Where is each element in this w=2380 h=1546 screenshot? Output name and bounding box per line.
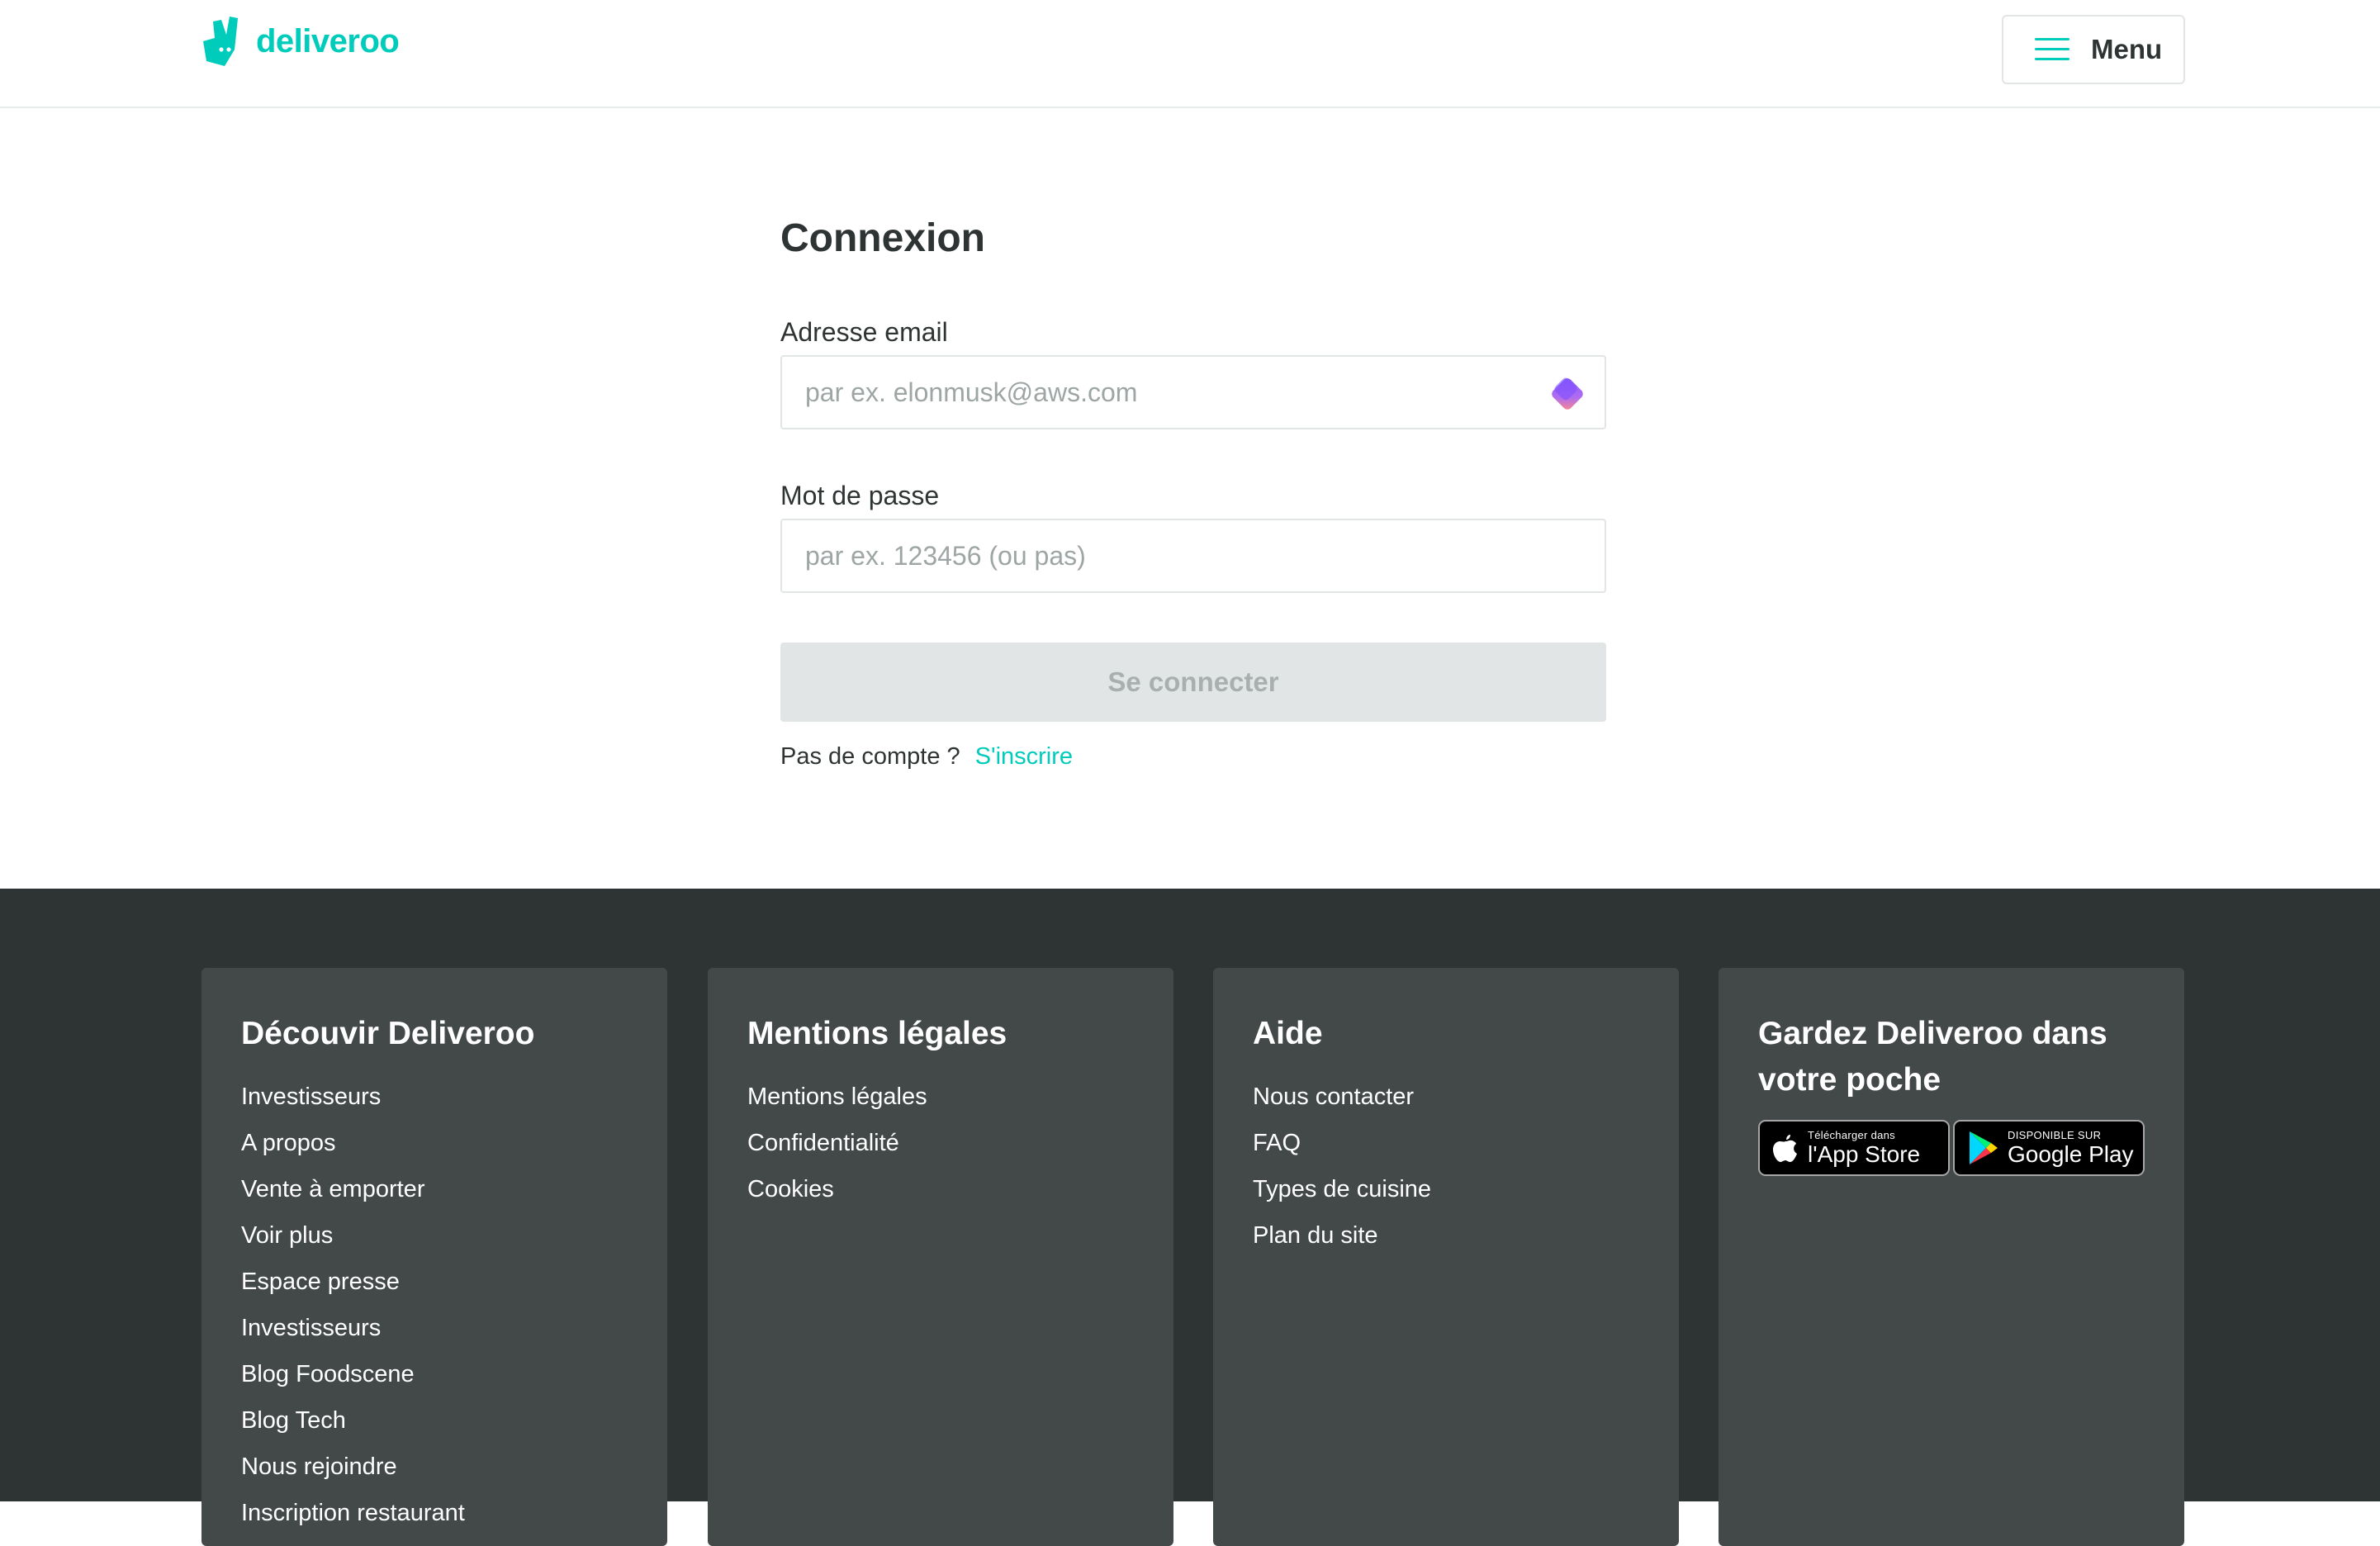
footer-column-apps: Gardez Deliveroo dans votre poche Téléch… [1719,968,2184,1546]
footer-link[interactable]: Types de cuisine [1253,1166,1639,1212]
footer-column-legal: Mentions légales Mentions légales Confid… [708,968,1173,1546]
footer-link[interactable]: Vente à emporter [241,1166,628,1212]
footer-column-help: Aide Nous contacter FAQ Types de cuisine… [1213,968,1679,1546]
email-label: Adresse email [780,317,948,347]
login-form: Connexion Adresse email Mot de passe Se … [780,215,1606,770]
app-store-big-text: l'App Store [1808,1141,1921,1167]
footer-link-list: Nous contacter FAQ Types de cuisine Plan… [1253,1074,1639,1259]
store-badges: Télécharger dans l'App Store DISPONIBLE … [1758,1120,2145,1176]
email-field-wrapper [780,355,1606,429]
footer-link[interactable]: Cookies [747,1166,1134,1212]
footer-link[interactable]: FAQ [1253,1120,1639,1166]
password-field-wrapper [780,519,1606,593]
google-play-icon [1970,1131,1998,1164]
signup-link[interactable]: S'inscrire [975,743,1073,770]
app-store-badge[interactable]: Télécharger dans l'App Store [1758,1120,1950,1176]
footer-link[interactable]: Confidentialité [747,1120,1134,1166]
footer-column-title: Aide [1253,1016,1323,1051]
app-store-text: Télécharger dans l'App Store [1808,1130,1920,1166]
google-play-big-text: Google Play [2008,1141,2134,1167]
footer-link[interactable]: Blog Foodscene [241,1351,628,1397]
footer-link[interactable]: A propos [241,1120,628,1166]
deliveroo-logo[interactable]: deliveroo [201,15,400,68]
hamburger-icon [2035,37,2069,62]
apple-icon [1773,1135,1797,1162]
signup-prompt: Pas de compte ? S'inscrire [780,743,1073,771]
footer-column-title: Gardez Deliveroo dans votre poche [1758,1016,2107,1098]
password-label: Mot de passe [780,481,940,510]
footer-link[interactable]: Blog Tech [241,1397,628,1444]
footer-link[interactable]: Nous rejoindre [241,1444,628,1490]
footer-link[interactable]: Inscription restaurant [241,1490,628,1536]
site-header: deliveroo Menu [0,0,2380,108]
footer-link-list: Investisseurs A propos Vente à emporter … [241,1074,628,1536]
brand-name: deliveroo [256,22,400,59]
footer-link[interactable]: Investisseurs [241,1074,628,1120]
footer-link[interactable]: Mentions légales [747,1074,1134,1120]
deliveroo-kangaroo-icon [203,17,238,66]
footer-link[interactable]: Nous contacter [1253,1074,1639,1120]
site-footer: Découvir Deliveroo Investisseurs A propo… [0,889,2380,1546]
footer-link[interactable]: Plan du site [1253,1212,1639,1259]
google-play-small-text: DISPONIBLE SUR [2008,1129,2102,1141]
footer-link[interactable]: Voir plus [241,1212,628,1259]
email-field[interactable] [804,376,1583,409]
footer-column-title: Mentions légales [747,1016,1007,1051]
footer-link[interactable]: Investisseurs [241,1305,628,1351]
no-account-text: Pas de compte ? [780,743,960,770]
footer-link[interactable]: Espace presse [241,1259,628,1305]
menu-button[interactable]: Menu [2002,15,2185,84]
google-play-text: DISPONIBLE SUR Google Play [2008,1130,2134,1166]
app-store-small-text: Télécharger dans [1808,1129,1895,1141]
password-manager-icon[interactable] [1545,372,1590,416]
login-button[interactable]: Se connecter [780,643,1606,722]
password-field[interactable] [804,539,1583,572]
footer-link-list: Mentions légales Confidentialité Cookies [747,1074,1134,1212]
footer-column-discover: Découvir Deliveroo Investisseurs A propo… [201,968,667,1546]
google-play-badge[interactable]: DISPONIBLE SUR Google Play [1953,1120,2145,1176]
page-title: Connexion [780,216,985,260]
footer-column-title: Découvir Deliveroo [241,1016,535,1051]
menu-label: Menu [2091,34,2163,64]
